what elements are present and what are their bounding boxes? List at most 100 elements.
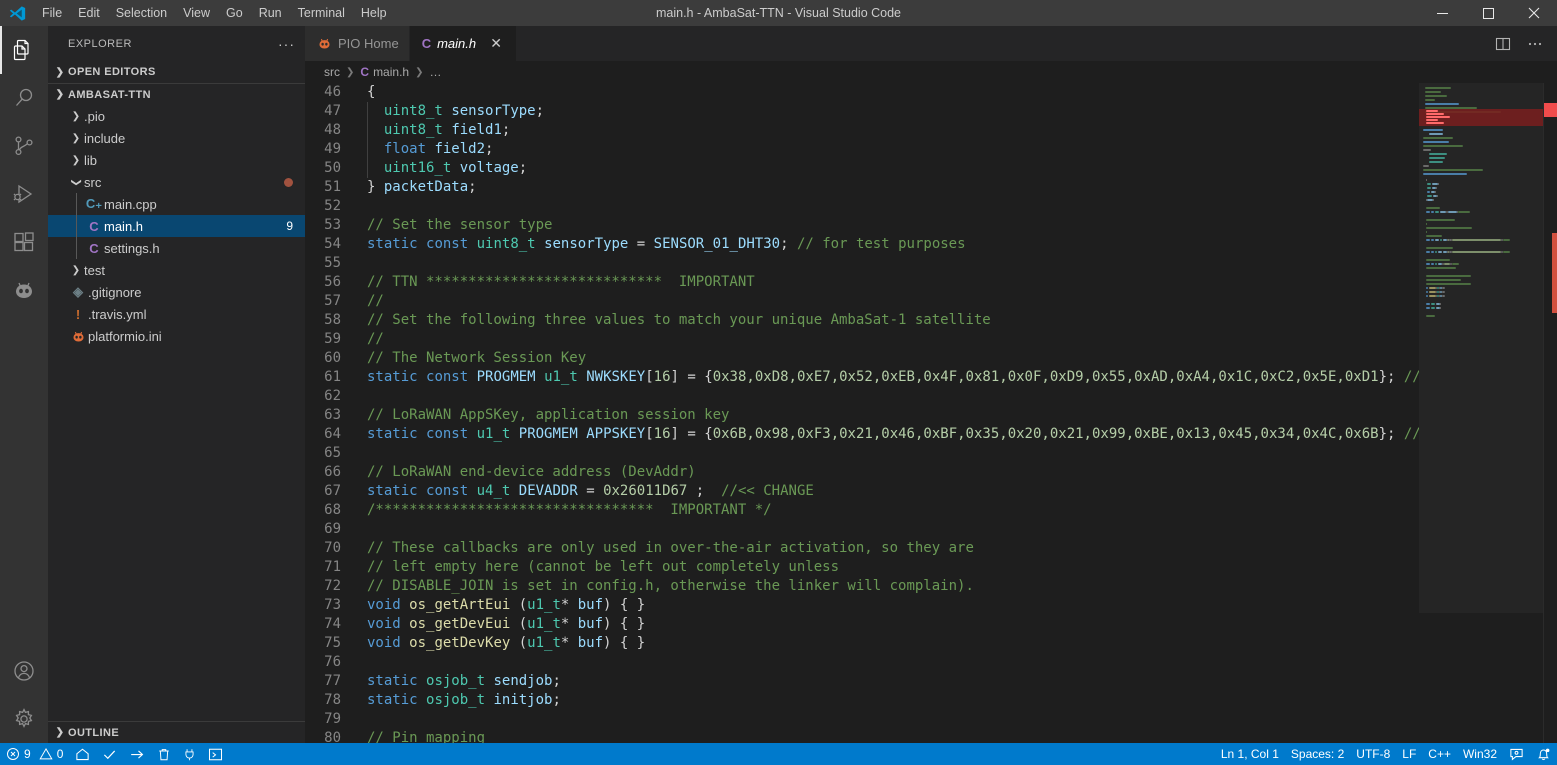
menu-file[interactable]: File (34, 0, 70, 26)
code-token: ) { } (603, 635, 646, 651)
code-token: static (367, 673, 418, 689)
code-editor[interactable]: 46{47 uint8_t sensorType; 48 uint8_t fiel… (305, 83, 1419, 743)
sidebar-more-actions[interactable]: ··· (278, 36, 295, 52)
tree-item-test[interactable]: ❯ test (48, 259, 305, 281)
close-icon[interactable]: ✕ (486, 34, 506, 54)
activity-extensions[interactable] (0, 218, 48, 266)
code-line: 72 // DISABLE_JOIN is set in config.h, ot… (305, 577, 1419, 596)
minimap-line (1442, 295, 1445, 297)
status-pio-clean[interactable] (151, 743, 177, 765)
section-open-editors[interactable]: ❯ OPEN EDITORS (48, 61, 305, 83)
status-eol[interactable]: LF (1396, 743, 1422, 765)
tree-item-lib[interactable]: ❯ lib (48, 149, 305, 171)
status-pio-new-terminal[interactable] (202, 743, 229, 765)
status-notifications[interactable] (1530, 743, 1557, 765)
tree-item-include[interactable]: ❯ include (48, 127, 305, 149)
minimap-line (1423, 149, 1431, 151)
tree-item-settings-h[interactable]: C settings.h (48, 237, 305, 259)
minimize-button[interactable] (1419, 0, 1465, 26)
minimap-line (1426, 291, 1428, 293)
line-number: 65 (324, 445, 341, 461)
code-token: { (367, 84, 376, 100)
activity-run-and-debug[interactable] (0, 170, 48, 218)
file-tree: ❯ .pio ❯ include ❯ lib ❯ src C₊ main.cpp… (48, 105, 305, 721)
tree-item-pio[interactable]: ❯ .pio (48, 105, 305, 127)
menu-go[interactable]: Go (218, 0, 251, 26)
tab-main-h[interactable]: C main.h ✕ (409, 26, 518, 61)
platformio-alien-icon (68, 329, 88, 344)
minimap-line (1435, 263, 1437, 265)
status-pio-home[interactable] (69, 743, 96, 765)
feedback-icon (1509, 747, 1524, 762)
minimap-line (1440, 307, 1441, 309)
menu-edit[interactable]: Edit (70, 0, 108, 26)
code-token: static (367, 692, 418, 708)
c-header-icon: C (360, 65, 370, 79)
status-feedback[interactable] (1503, 743, 1530, 765)
tree-item-label: lib (84, 152, 98, 168)
status-pio-build[interactable] (96, 743, 123, 765)
close-button[interactable] (1511, 0, 1557, 26)
section-project-root[interactable]: ❯ AMBASAT-TTN (48, 83, 305, 105)
code-text: void os_getDevKey (u1_t* buf) { } (363, 634, 1419, 653)
menu-run[interactable]: Run (251, 0, 290, 26)
tab-pio-home[interactable]: PIO Home (305, 26, 410, 61)
tree-item-travis-yml[interactable]: ! .travis.yml (48, 303, 305, 325)
line-number: 66 (324, 464, 341, 480)
tree-item-label: .gitignore (88, 284, 142, 300)
tree-item-main-cpp[interactable]: C₊ main.cpp (48, 193, 305, 215)
code-line: 68 /********************************* IMP… (305, 501, 1419, 520)
tree-item-main-h[interactable]: C main.h 9 (48, 215, 305, 237)
breadcrumb-item-src[interactable]: src (324, 65, 340, 79)
code-token: = (628, 236, 654, 252)
menu-help[interactable]: Help (353, 0, 395, 26)
activity-source-control[interactable] (0, 122, 48, 170)
activity-manage-settings[interactable] (0, 695, 48, 743)
menu-selection[interactable]: Selection (108, 0, 175, 26)
status-platform[interactable]: Win32 (1457, 743, 1503, 765)
minimap-line (1426, 251, 1430, 253)
status-indentation[interactable]: Spaces: 2 (1285, 743, 1350, 765)
status-bar-right: Ln 1, Col 1 Spaces: 2 UTF-8 LF C++ Win32 (1215, 743, 1557, 765)
status-encoding[interactable]: UTF-8 (1350, 743, 1396, 765)
split-editor-icon[interactable] (1489, 30, 1517, 58)
tree-item-src[interactable]: ❯ src (48, 171, 305, 193)
code-token: const (426, 236, 469, 252)
activity-accounts[interactable] (0, 647, 48, 695)
breadcrumb-item-main-h[interactable]: main.h (373, 65, 409, 79)
line-number: 55 (324, 255, 341, 271)
code-token: void (367, 635, 401, 651)
breadcrumb-item-symbols[interactable]: … (429, 65, 441, 79)
minimap-line (1427, 183, 1431, 185)
tree-item-platformio-ini[interactable]: platformio.ini (48, 325, 305, 347)
status-language-mode[interactable]: C++ (1422, 743, 1457, 765)
minimap[interactable] (1419, 83, 1543, 743)
error-icon (6, 747, 20, 761)
chevron-right-icon: ❯ (71, 110, 81, 122)
menu-terminal[interactable]: Terminal (290, 0, 353, 26)
ellipsis-icon[interactable] (1521, 30, 1549, 58)
status-problems[interactable]: 9 0 (0, 743, 69, 765)
status-cursor-position[interactable]: Ln 1, Col 1 (1215, 743, 1285, 765)
code-text: // DISABLE_JOIN is set in config.h, othe… (363, 577, 1419, 596)
line-number: 75 (324, 635, 341, 651)
maximize-button[interactable] (1465, 0, 1511, 26)
code-line: 46 { (305, 83, 1419, 102)
line-number: 76 (324, 654, 341, 670)
overview-ruler[interactable] (1543, 83, 1557, 743)
minimap-line (1442, 287, 1445, 289)
code-text: void os_getArtEui (u1_t* buf) { } (363, 596, 1419, 615)
section-outline[interactable]: ❯ OUTLINE (48, 721, 305, 743)
menu-view[interactable]: View (175, 0, 218, 26)
activity-explorer[interactable] (0, 26, 48, 74)
activity-platformio[interactable] (0, 266, 48, 314)
minimap-line (1429, 157, 1445, 159)
git-file-icon: ◈ (73, 284, 83, 299)
activity-search[interactable] (0, 74, 48, 122)
status-pio-upload[interactable] (123, 743, 151, 765)
tree-item-gitignore[interactable]: ◈ .gitignore (48, 281, 305, 303)
status-pio-serial-monitor[interactable] (177, 743, 202, 765)
